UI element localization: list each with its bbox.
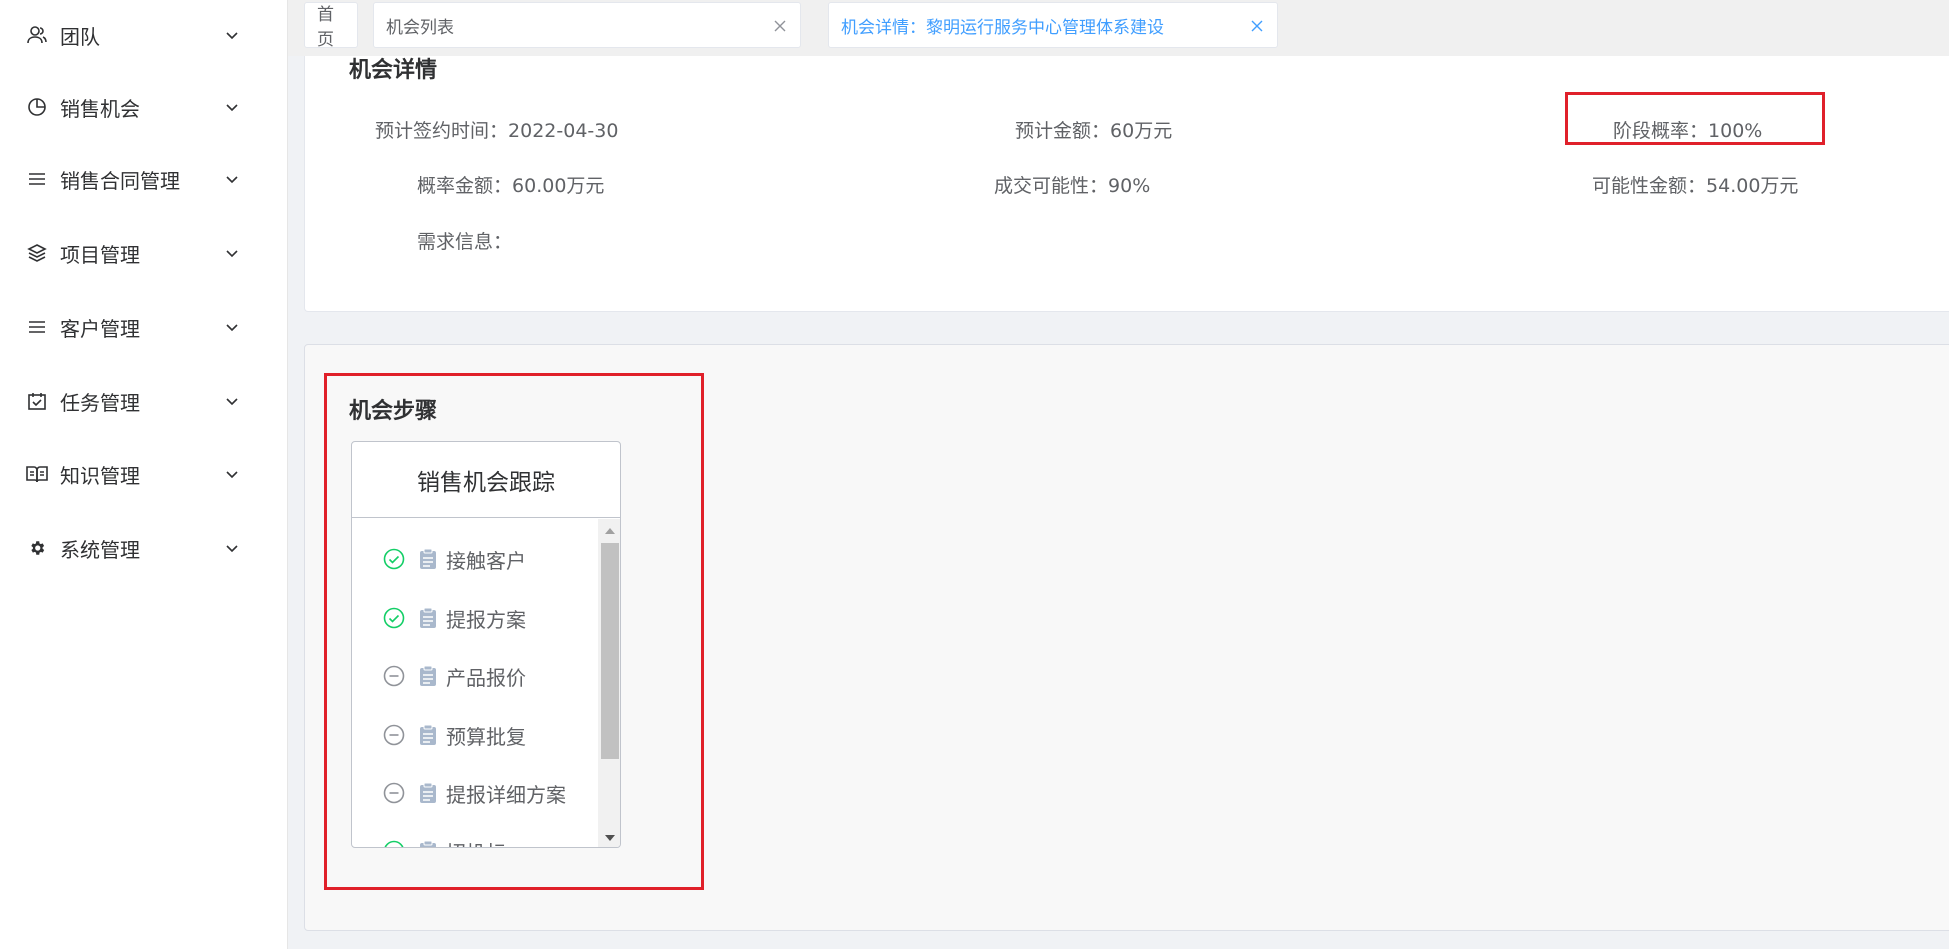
chevron-down-icon <box>224 319 240 335</box>
sidebar-item-system[interactable]: 系统管理 <box>0 513 288 583</box>
field-probability-amount: 概率金额：60.00万元 <box>417 171 604 198</box>
sales-tracking-panel: 销售机会跟踪 接触客户 提报方案 产品报价 预算批复 提报详细方案 <box>351 441 621 848</box>
clipboard-icon <box>418 723 438 747</box>
sidebar-item-task[interactable]: 任务管理 <box>0 366 288 436</box>
field-value: 54.00万元 <box>1706 175 1799 197</box>
sidebar-item-label: 销售合同管理 <box>60 168 180 193</box>
step-item[interactable]: 接触客户 <box>382 544 526 574</box>
field-sign-date: 预计签约时间：2022-04-30 <box>375 116 618 143</box>
tabs-bar: 首页 机会列表 机会详情：黎明运行服务中心管理体系建设 <box>288 0 1949 56</box>
scroll-thumb[interactable] <box>601 543 619 759</box>
steps-title: 机会步骤 <box>349 399 438 424</box>
chevron-down-icon <box>224 540 240 556</box>
detail-title: 机会详情 <box>349 58 438 83</box>
sidebar-item-label: 知识管理 <box>60 463 140 488</box>
clipboard-icon <box>418 606 438 630</box>
sidebar-item-label: 任务管理 <box>60 390 140 415</box>
tab-opportunity-list[interactable]: 机会列表 <box>373 2 801 48</box>
field-label: 成交可能性： <box>994 175 1109 197</box>
field-value: 60万元 <box>1110 120 1173 142</box>
step-item[interactable]: 产品报价 <box>382 661 526 691</box>
pie-chart-icon <box>26 96 48 118</box>
step-label: 提报方案 <box>446 607 526 632</box>
sidebar-item-label: 团队 <box>60 24 100 49</box>
gear-icon <box>26 537 48 559</box>
scroll-down-arrow-icon[interactable] <box>598 829 620 847</box>
step-list-scrollbar[interactable] <box>598 519 620 847</box>
tab-label: 首页 <box>317 5 334 50</box>
step-item[interactable]: 提报方案 <box>382 603 526 633</box>
tab-opportunity-detail[interactable]: 机会详情：黎明运行服务中心管理体系建设 <box>828 2 1278 48</box>
field-label: 阶段概率： <box>1613 120 1709 142</box>
sidebar-item-sales-opportunity[interactable]: 销售机会 <box>0 72 288 142</box>
field-possible-amount: 可能性金额：54.00万元 <box>1592 171 1798 198</box>
minus-circle-icon <box>382 781 406 805</box>
layers-icon <box>26 242 48 264</box>
field-requirement: 需求信息： <box>417 227 512 254</box>
chevron-down-icon <box>224 393 240 409</box>
sidebar-item-label: 客户管理 <box>60 316 140 341</box>
field-label: 预计签约时间： <box>375 120 509 142</box>
field-label: 需求信息： <box>417 231 513 253</box>
chevron-down-icon <box>224 99 240 115</box>
step-item[interactable]: 提报详细方案 <box>382 778 566 808</box>
step-list: 接触客户 提报方案 产品报价 预算批复 提报详细方案 <box>352 519 598 848</box>
panel-title: 销售机会跟踪 <box>352 442 620 518</box>
close-icon[interactable] <box>772 18 788 34</box>
tab-label: 机会列表 <box>386 17 454 38</box>
chevron-down-icon <box>224 171 240 187</box>
list-icon <box>26 316 48 338</box>
field-label: 概率金额： <box>417 175 513 197</box>
tab-home[interactable]: 首页 <box>304 2 358 50</box>
scroll-up-arrow-icon[interactable] <box>598 521 620 539</box>
field-value: 60.00万元 <box>512 175 605 197</box>
sidebar-item-sales-contract[interactable]: 销售合同管理 <box>0 144 288 214</box>
field-label: 预计金额： <box>1015 120 1111 142</box>
field-value: 2022-04-30 <box>508 120 619 142</box>
tab-label: 机会详情：黎明运行服务中心管理体系建设 <box>841 17 1164 38</box>
check-circle-icon <box>382 839 406 847</box>
field-estimated-amount: 预计金额：60万元 <box>1015 116 1172 143</box>
field-deal-possibility: 成交可能性：90% <box>994 171 1150 198</box>
step-label: 招投标 <box>446 837 506 848</box>
sidebar: 团队 销售机会 销售合同管理 项目管理 客户管理 任务管理 知识管理 系统管理 <box>0 0 288 949</box>
chevron-down-icon <box>224 245 240 261</box>
clipboard-icon <box>418 664 438 688</box>
check-circle-icon <box>382 606 406 630</box>
chevron-down-icon <box>224 466 240 482</box>
clipboard-icon <box>418 547 438 571</box>
clipboard-icon <box>418 781 438 805</box>
step-item[interactable]: 预算批复 <box>382 720 526 750</box>
minus-circle-icon <box>382 664 406 688</box>
book-icon <box>26 463 48 485</box>
sidebar-item-team[interactable]: 团队 <box>0 0 288 70</box>
step-label: 预算批复 <box>446 724 526 749</box>
step-item[interactable]: 招投标 <box>382 836 506 848</box>
step-label: 接触客户 <box>446 548 526 573</box>
clipboard-icon <box>418 839 438 847</box>
check-circle-icon <box>382 547 406 571</box>
sidebar-item-label: 销售机会 <box>60 96 140 121</box>
sidebar-item-label: 项目管理 <box>60 242 140 267</box>
chevron-down-icon <box>224 27 240 43</box>
close-icon[interactable] <box>1249 18 1265 34</box>
sidebar-item-customer[interactable]: 客户管理 <box>0 292 288 362</box>
field-stage-probability: 阶段概率：100% <box>1613 116 1762 143</box>
sidebar-item-knowledge[interactable]: 知识管理 <box>0 439 288 509</box>
calendar-check-icon <box>26 390 48 412</box>
step-label: 产品报价 <box>446 665 526 690</box>
team-icon <box>26 24 48 46</box>
list-icon <box>26 168 48 190</box>
sidebar-item-label: 系统管理 <box>60 537 140 562</box>
field-label: 可能性金额： <box>1592 175 1707 197</box>
step-label: 提报详细方案 <box>446 782 566 807</box>
minus-circle-icon <box>382 723 406 747</box>
sidebar-item-project[interactable]: 项目管理 <box>0 218 288 288</box>
field-value: 90% <box>1108 175 1151 197</box>
field-value: 100% <box>1708 120 1763 142</box>
